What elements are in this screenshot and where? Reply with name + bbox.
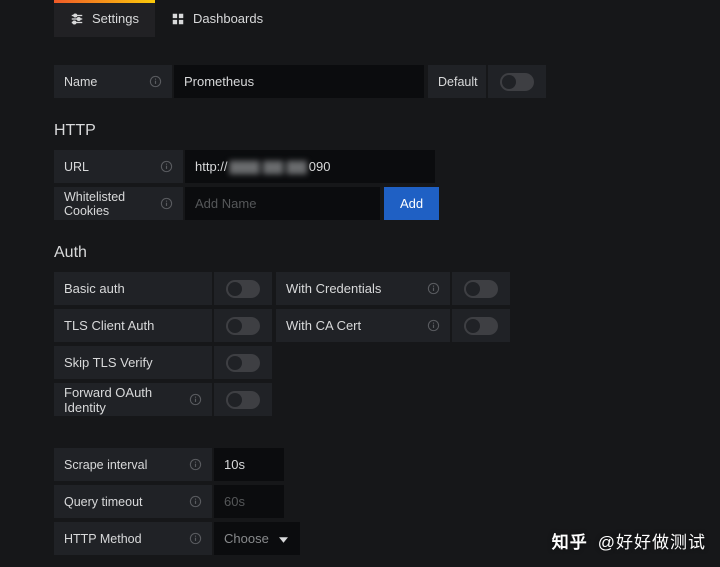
cookies-input[interactable] — [185, 187, 380, 220]
info-icon[interactable] — [188, 532, 202, 546]
info-icon[interactable] — [189, 393, 202, 407]
tab-dashboards[interactable]: Dashboards — [155, 0, 279, 37]
section-title-auth: Auth — [54, 244, 666, 262]
caret-down-icon — [279, 531, 288, 546]
basic-auth-toggle[interactable] — [214, 272, 272, 305]
label-text: With Credentials — [286, 281, 381, 296]
query-timeout-row: Query timeout — [54, 485, 666, 518]
info-icon[interactable] — [188, 495, 202, 509]
tab-label: Settings — [92, 11, 139, 26]
name-input[interactable] — [174, 65, 424, 98]
label-text: Default — [438, 75, 478, 89]
toggle-switch[interactable] — [226, 317, 260, 335]
toggle-switch[interactable] — [500, 73, 534, 91]
basic-auth-label: Basic auth — [54, 272, 214, 305]
auth-row-tls: TLS Client Auth With CA Cert — [54, 309, 666, 342]
section-title-http: HTTP — [54, 122, 666, 140]
tls-client-auth-toggle[interactable] — [214, 309, 272, 342]
auth-row-skip-tls: Skip TLS Verify — [54, 346, 666, 379]
url-input[interactable]: http:// ▇▇▇ ▇▇ ▇▇ 090 — [185, 150, 435, 183]
label-text: HTTP Method — [64, 532, 142, 546]
with-credentials-toggle[interactable] — [452, 272, 510, 305]
info-icon[interactable] — [159, 160, 173, 174]
label-text: With CA Cert — [286, 318, 361, 333]
tls-client-auth-label: TLS Client Auth — [54, 309, 214, 342]
http-method-select[interactable]: Choose — [214, 522, 300, 555]
toggle-switch[interactable] — [464, 280, 498, 298]
auth-row-forward-oauth: Forward OAuth Identity — [54, 383, 666, 416]
select-value: Choose — [224, 531, 269, 546]
url-suffix: 090 — [309, 159, 331, 174]
scrape-interval-row: Scrape interval — [54, 448, 666, 481]
tab-settings[interactable]: Settings — [54, 0, 155, 37]
name-label: Name — [54, 65, 174, 98]
tab-bar: Settings Dashboards — [54, 0, 666, 37]
http-method-row: HTTP Method Choose — [54, 522, 666, 555]
scrape-interval-label: Scrape interval — [54, 448, 214, 481]
label-text: Name — [64, 75, 97, 89]
info-icon[interactable] — [426, 282, 440, 296]
label-text: Basic auth — [64, 281, 125, 296]
scrape-interval-input[interactable] — [214, 448, 284, 481]
label-text: Query timeout — [64, 495, 143, 509]
button-label: Add — [400, 196, 423, 211]
url-row: URL http:// ▇▇▇ ▇▇ ▇▇ 090 — [54, 150, 666, 183]
auth-row-basic: Basic auth With Credentials — [54, 272, 666, 305]
url-prefix: http:// — [195, 159, 228, 174]
add-button[interactable]: Add — [384, 187, 439, 220]
label-text: URL — [64, 160, 89, 174]
label-text: TLS Client Auth — [64, 318, 154, 333]
with-ca-cert-toggle[interactable] — [452, 309, 510, 342]
cookies-label: Whitelisted Cookies — [54, 187, 185, 220]
info-icon[interactable] — [426, 319, 440, 333]
toggle-switch[interactable] — [226, 280, 260, 298]
url-redacted: ▇▇▇ ▇▇ ▇▇ — [230, 159, 307, 175]
with-ca-cert-label: With CA Cert — [276, 309, 452, 342]
info-icon[interactable] — [148, 75, 162, 89]
toggle-switch[interactable] — [464, 317, 498, 335]
query-timeout-label: Query timeout — [54, 485, 214, 518]
info-icon[interactable] — [160, 197, 173, 211]
cookies-row: Whitelisted Cookies Add — [54, 187, 666, 220]
forward-oauth-toggle[interactable] — [214, 383, 272, 416]
default-toggle[interactable] — [488, 65, 546, 98]
skip-tls-verify-label: Skip TLS Verify — [54, 346, 214, 379]
tab-label: Dashboards — [193, 11, 263, 26]
http-method-label: HTTP Method — [54, 522, 214, 555]
toggle-switch[interactable] — [226, 354, 260, 372]
info-icon[interactable] — [188, 458, 202, 472]
toggle-switch[interactable] — [226, 391, 260, 409]
query-timeout-input[interactable] — [214, 485, 284, 518]
label-text: Whitelisted Cookies — [64, 190, 160, 218]
url-label: URL — [54, 150, 185, 183]
with-credentials-label: With Credentials — [276, 272, 452, 305]
label-text: Forward OAuth Identity — [64, 385, 189, 415]
sliders-icon — [70, 12, 84, 26]
default-label: Default — [428, 65, 488, 98]
name-row: Name Default — [54, 65, 666, 98]
label-text: Skip TLS Verify — [64, 355, 153, 370]
skip-tls-verify-toggle[interactable] — [214, 346, 272, 379]
dashboard-icon — [171, 12, 185, 26]
forward-oauth-label: Forward OAuth Identity — [54, 383, 214, 416]
label-text: Scrape interval — [64, 458, 147, 472]
